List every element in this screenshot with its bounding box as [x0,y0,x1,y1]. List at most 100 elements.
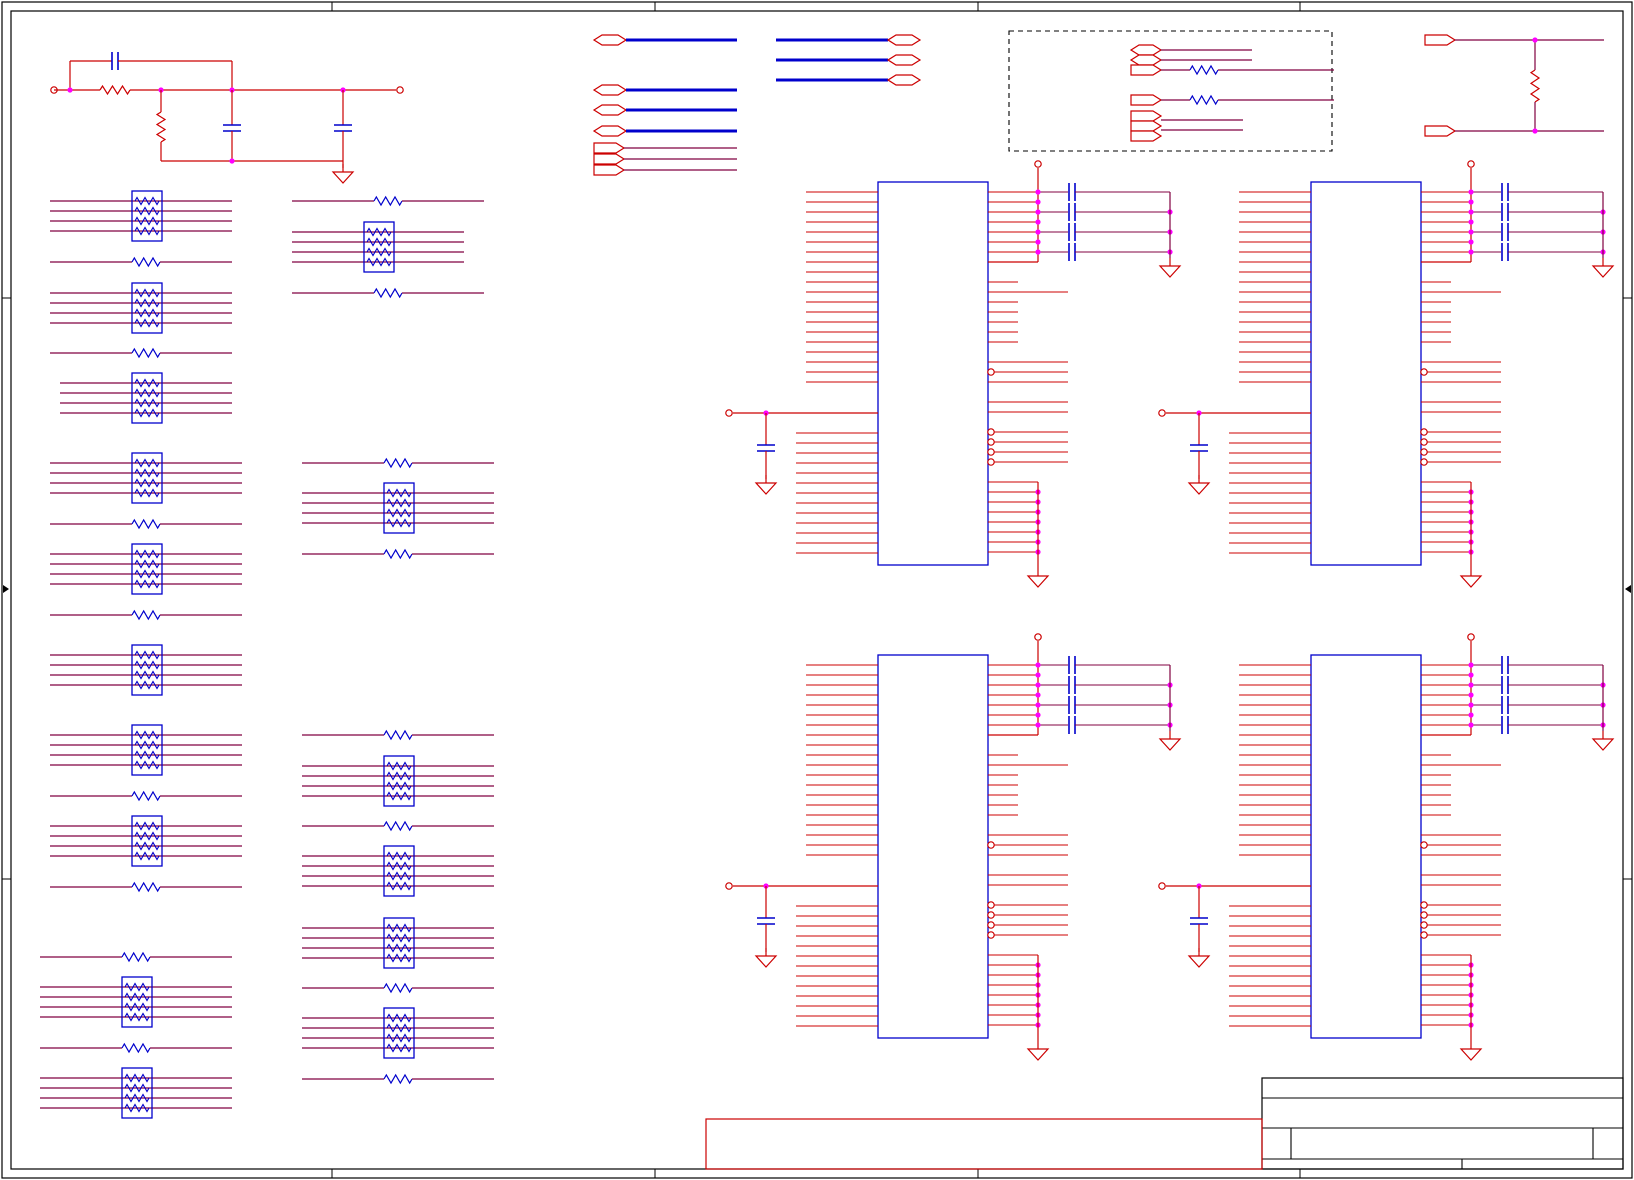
ground-icon [1591,731,1615,751]
resistor-network-icon [302,482,494,534]
ground-symbol [1158,265,1182,278]
network-element [134,680,160,690]
network-element [124,992,150,1002]
capacitor-icon [1501,696,1509,714]
ic-body [877,654,989,1039]
center-arrow-icon [3,585,9,593]
junction-dot [1468,189,1474,195]
network-element [386,881,412,891]
title-block [705,1077,1624,1170]
ground-icon [1158,731,1182,751]
capacitor-icon [223,124,241,132]
ic-block [725,633,1182,1061]
resistor-icon [1529,69,1541,103]
ground-symbol [1459,1048,1483,1061]
resistor-icon [383,1073,413,1085]
ground-symbol [1591,265,1615,278]
power-pin-icon [1467,633,1475,641]
junction-dot [67,87,73,93]
port-icon [1130,120,1163,132]
resistor-network-icon [50,644,242,696]
junction-dot [1035,209,1041,215]
junction-dot [1035,189,1041,195]
resistor-zigzag [373,287,403,299]
resistor-icon [155,111,167,143]
junction-dot [229,158,235,164]
capacitor-icon [1501,656,1509,674]
resistor-zigzag [1189,64,1219,76]
capacitor-icon [1501,223,1509,241]
network-element [134,488,160,498]
resistor-icon [131,881,161,893]
resistor-icon [50,609,242,621]
inner-border [10,10,1624,1170]
network-element [134,408,160,418]
resistor-network-icon [302,755,494,807]
resistor-icon [302,820,494,832]
junction-dot [1035,682,1041,688]
junction-dot [1035,672,1041,678]
network-element [134,308,160,318]
ground-icon [1459,1041,1483,1061]
resistor-zigzag [383,729,413,741]
power-pin-icon [1420,458,1428,466]
ic-block [725,160,1182,588]
resistor-icon [1189,94,1219,106]
resistor-icon [50,347,232,359]
port-icon [593,142,626,154]
junction-dot [1468,672,1474,678]
ground-symbol [331,171,355,184]
junction-dot [1468,229,1474,235]
ground-symbol [1026,1048,1050,1061]
resistor-icon [99,84,131,96]
outer-border [1,1,1633,1179]
capacitor-icon [1501,676,1509,694]
network-element [134,298,160,308]
network-element [134,458,160,468]
resistor-zigzag [121,1042,151,1054]
network-element [386,933,412,943]
capacitor-icon [1068,183,1076,201]
network-element [386,851,412,861]
resistor-network-icon [50,724,242,776]
ground-icon [1187,475,1211,495]
junction-dot [1468,702,1474,708]
capacitor-icon [1501,203,1509,221]
capacitor-icon [1068,676,1076,694]
resistor-zigzag [131,347,161,359]
capacitor-icon [111,52,119,70]
resistor-network-icon [50,282,232,334]
junction-dot [1035,702,1041,708]
resistor-zigzag [383,548,413,560]
resistor-zigzag [373,195,403,207]
network-element [124,1002,150,1012]
port-icon [593,153,626,165]
port-icon [1130,94,1163,106]
resistor-network-icon [40,1067,232,1119]
resistor-network-icon [40,976,232,1028]
resistor-icon [383,729,413,741]
junction-dot [1035,662,1041,668]
network-element [124,1012,150,1022]
network-element [386,1043,412,1053]
network-element [134,831,160,841]
schematic-sheet [1,1,1633,1179]
junction-dot [1035,219,1041,225]
ic-block [1158,160,1615,588]
resistor-networks [40,190,494,1119]
junction-dot [1532,128,1538,134]
resistor-zigzag [131,518,161,530]
power-pin-icon [987,921,995,929]
port-icon [592,125,628,137]
resistor-icon [40,1042,232,1054]
ic-block [1158,633,1615,1061]
power-pin-icon [987,841,995,849]
resistor-zigzag [131,881,161,893]
network-element [134,398,160,408]
network-element [386,781,412,791]
junction-dot [1468,199,1474,205]
resistor-icon [373,287,403,299]
power-pin-icon [1420,911,1428,919]
resistor-network-icon [292,221,464,273]
network-element [134,468,160,478]
